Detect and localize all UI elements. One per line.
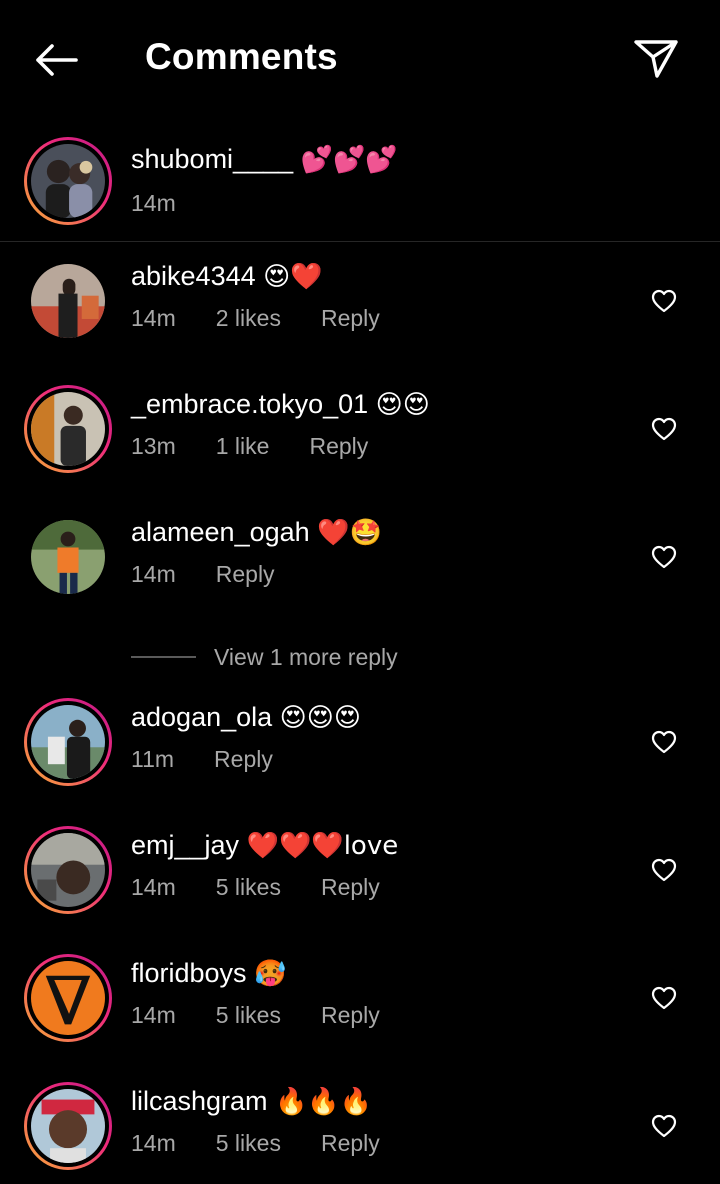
post-caption: shubomi____ 💕💕💕 14m bbox=[0, 124, 720, 242]
heart-icon bbox=[651, 986, 677, 1010]
comment-username[interactable]: emj__jay bbox=[131, 830, 239, 860]
reply-button[interactable]: Reply bbox=[321, 874, 380, 901]
comment-item: lilcashgram 🔥🔥🔥 14m 5 likes Reply bbox=[0, 1070, 720, 1184]
comment-avatar[interactable] bbox=[24, 826, 112, 914]
comment-avatar[interactable] bbox=[24, 954, 112, 1042]
comment-time: 14m bbox=[131, 1130, 176, 1156]
comment-username[interactable]: _embrace.tokyo_01 bbox=[131, 389, 368, 419]
comment-username[interactable]: abike4344 bbox=[131, 261, 256, 291]
like-button[interactable] bbox=[648, 854, 680, 886]
back-button[interactable] bbox=[28, 36, 84, 84]
comment-meta: 14m 5 likes Reply bbox=[131, 1002, 420, 1029]
comment-item: alameen_ogah ❤️🤩 14m Reply bbox=[0, 501, 720, 629]
comment-meta: 14m 2 likes Reply bbox=[131, 305, 420, 332]
view-more-label[interactable]: View 1 more reply bbox=[214, 644, 398, 671]
reply-button[interactable]: Reply bbox=[321, 305, 380, 332]
comment-body: ❤️❤️❤️love bbox=[246, 831, 399, 861]
comment-avatar[interactable] bbox=[24, 257, 112, 345]
like-button[interactable] bbox=[648, 982, 680, 1014]
like-button[interactable] bbox=[648, 1110, 680, 1142]
heart-icon bbox=[651, 858, 677, 882]
comment-meta: 14m 5 likes Reply bbox=[131, 874, 420, 901]
reply-button[interactable]: Reply bbox=[321, 1002, 380, 1029]
comment-time: 13m bbox=[131, 433, 176, 459]
comment-body: ❤️🤩 bbox=[317, 518, 382, 548]
comment-avatar[interactable] bbox=[24, 698, 112, 786]
comment-avatar[interactable] bbox=[24, 513, 112, 601]
caption-username[interactable]: shubomi____ bbox=[131, 144, 293, 174]
comment-time: 14m bbox=[131, 874, 176, 900]
comment-meta: 14m 5 likes Reply bbox=[131, 1130, 420, 1157]
like-button[interactable] bbox=[648, 726, 680, 758]
like-button[interactable] bbox=[648, 541, 680, 573]
comment-likes[interactable]: 5 likes bbox=[216, 1130, 281, 1157]
comment-body: 😍😍😍 bbox=[279, 703, 361, 733]
heart-icon bbox=[651, 289, 677, 313]
comment-time: 11m bbox=[131, 746, 175, 772]
comment-item: emj__jay ❤️❤️❤️love 14m 5 likes Reply bbox=[0, 814, 720, 942]
view-more-replies[interactable]: View 1 more reply bbox=[131, 640, 398, 674]
heart-icon bbox=[651, 730, 677, 754]
comment-username[interactable]: lilcashgram bbox=[131, 1086, 268, 1116]
comment-meta: 14m Reply bbox=[131, 561, 315, 588]
caption-emoji: 💕💕💕 bbox=[300, 145, 398, 175]
caption-time: 14m bbox=[131, 190, 176, 216]
comment-meta: 11m Reply bbox=[131, 746, 313, 773]
comment-avatar[interactable] bbox=[24, 1082, 112, 1170]
comment-username[interactable]: alameen_ogah bbox=[131, 517, 310, 547]
comment-body: 😍😍 bbox=[375, 390, 430, 420]
comment-time: 14m bbox=[131, 305, 176, 331]
comment-time: 14m bbox=[131, 1002, 176, 1028]
caption-avatar[interactable] bbox=[24, 137, 112, 225]
comment-body: 🔥🔥🔥 bbox=[275, 1087, 373, 1117]
comment-item: floridboys 🥵 14m 5 likes Reply bbox=[0, 942, 720, 1070]
comment-likes[interactable]: 2 likes bbox=[216, 305, 281, 332]
comment-body: 😍❤️ bbox=[263, 262, 323, 292]
reply-button[interactable]: Reply bbox=[216, 561, 275, 588]
paper-plane-icon bbox=[634, 40, 678, 78]
reply-button[interactable]: Reply bbox=[321, 1130, 380, 1157]
page-title: Comments bbox=[145, 36, 338, 77]
heart-icon bbox=[651, 545, 677, 569]
reply-button[interactable]: Reply bbox=[214, 746, 273, 773]
caption-meta: 14m bbox=[131, 190, 216, 217]
comment-time: 14m bbox=[131, 561, 176, 587]
like-button[interactable] bbox=[648, 285, 680, 317]
like-button[interactable] bbox=[648, 413, 680, 445]
heart-icon bbox=[651, 417, 677, 441]
share-button[interactable] bbox=[628, 32, 684, 84]
reply-button[interactable]: Reply bbox=[309, 433, 368, 460]
comment-username[interactable]: floridboys bbox=[131, 958, 247, 988]
comment-body: 🥵 bbox=[254, 959, 287, 989]
divider-line bbox=[131, 656, 196, 658]
comment-likes[interactable]: 1 like bbox=[216, 433, 270, 460]
comment-item: abike4344 😍❤️ 14m 2 likes Reply bbox=[0, 245, 720, 373]
comment-item: adogan_ola 😍😍😍 11m Reply bbox=[0, 686, 720, 814]
header-bar: Comments bbox=[0, 0, 720, 118]
comment-meta: 13m 1 like Reply bbox=[131, 433, 408, 460]
comment-likes[interactable]: 5 likes bbox=[216, 874, 281, 901]
caption-text: shubomi____ 💕💕💕 bbox=[131, 144, 398, 175]
comment-likes[interactable]: 5 likes bbox=[216, 1002, 281, 1029]
comment-username[interactable]: adogan_ola bbox=[131, 702, 272, 732]
comment-item: _embrace.tokyo_01 😍😍 13m 1 like Reply bbox=[0, 373, 720, 501]
arrow-left-icon bbox=[36, 44, 78, 76]
comment-avatar[interactable] bbox=[24, 385, 112, 473]
heart-icon bbox=[651, 1114, 677, 1138]
